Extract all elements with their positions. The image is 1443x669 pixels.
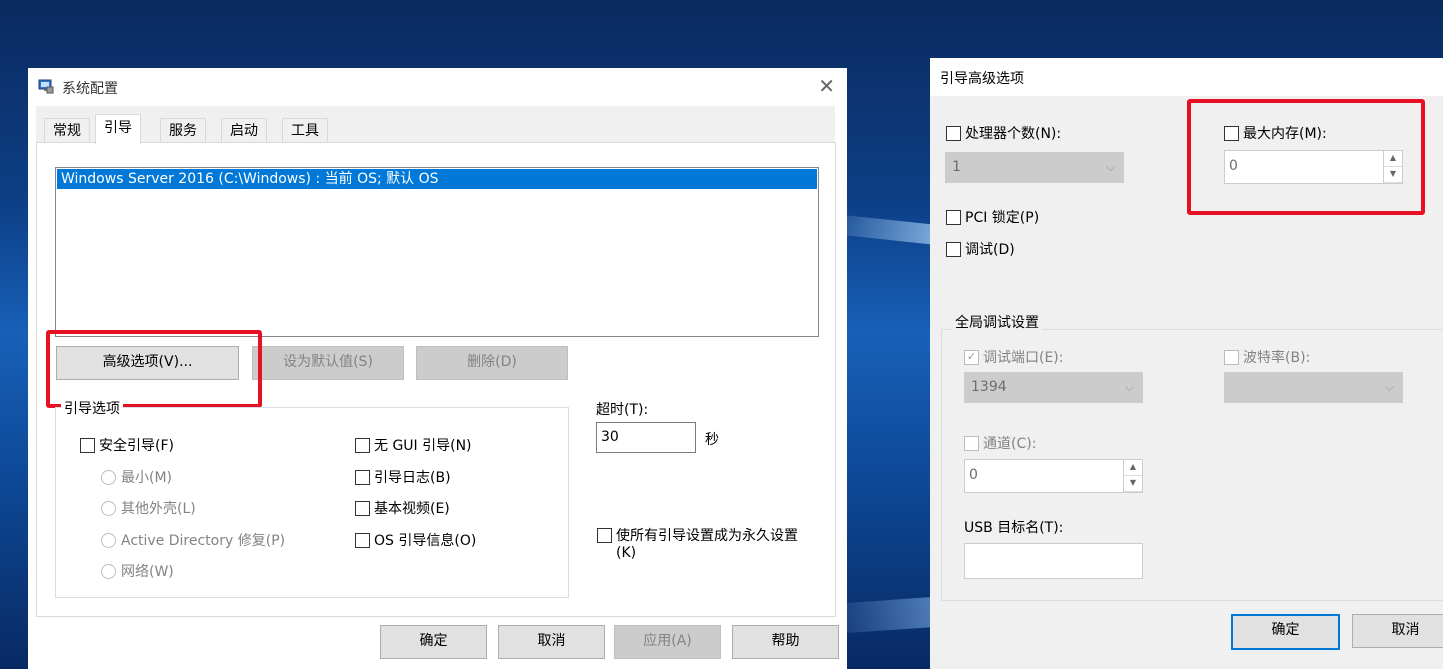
ad-repair-radio[interactable]: Active Directory 修复(P) — [101, 530, 285, 550]
minimal-radio[interactable]: 最小(M) — [101, 467, 172, 487]
apply-button[interactable]: 应用(A) — [614, 625, 721, 659]
network-radio[interactable]: 网络(W) — [101, 561, 174, 581]
alternate-shell-radio[interactable]: 其他外壳(L) — [101, 498, 196, 518]
tab-general[interactable]: 常规 — [44, 118, 90, 143]
system-config-dialog: 系统配置 ✕ 常规 引导 服务 启动 工具 Windows Server 201… — [28, 68, 847, 669]
dialog-title: 引导高级选项 — [940, 71, 1024, 87]
global-debug-label: 全局调试设置 — [952, 312, 1042, 332]
channel-checkbox[interactable]: 通道(C): — [964, 433, 1036, 453]
max-memory-checkbox[interactable]: 最大内存(M): — [1224, 123, 1327, 143]
timeout-unit: 秒 — [705, 432, 719, 448]
spin-up-icon[interactable]: ▲ — [1384, 151, 1402, 167]
checkbox-box[interactable] — [355, 532, 370, 548]
safe-boot-checkbox[interactable]: 安全引导(F) — [80, 435, 174, 455]
timeout-input[interactable]: 30 — [596, 422, 696, 453]
chevron-down-icon: ⌵ — [1105, 160, 1115, 174]
tab-tools[interactable]: 工具 — [282, 118, 328, 143]
chevron-down-icon: ⌵ — [1384, 380, 1394, 394]
checkbox-checked[interactable]: ✓ — [964, 349, 979, 365]
num-processors-checkbox[interactable]: 处理器个数(N): — [946, 123, 1061, 143]
spin-up-icon[interactable]: ▲ — [1124, 460, 1142, 476]
make-permanent-checkbox[interactable]: 使所有引导设置成为永久设置 — [597, 525, 798, 545]
radio-circle[interactable] — [101, 532, 116, 548]
checkbox-box[interactable] — [946, 125, 961, 141]
ok-button[interactable]: 确定 — [380, 625, 487, 659]
debug-port-checkbox[interactable]: ✓ 调试端口(E): — [964, 347, 1064, 367]
radio-circle[interactable] — [101, 563, 116, 579]
boot-log-checkbox[interactable]: 引导日志(B) — [355, 467, 451, 487]
title-bar: 系统配置 ✕ — [28, 68, 847, 106]
no-gui-boot-checkbox[interactable]: 无 GUI 引导(N) — [355, 435, 472, 455]
radio-circle[interactable] — [101, 469, 116, 485]
msconfig-icon — [38, 79, 54, 94]
timeout-label: 超时(T): — [596, 402, 649, 418]
title-bar: 引导高级选项 — [930, 58, 1443, 96]
help-button[interactable]: 帮助 — [732, 625, 839, 659]
set-default-button[interactable]: 设为默认值(S) — [252, 346, 404, 380]
baud-rate-select[interactable]: ⌵ — [1224, 372, 1403, 403]
channel-input[interactable]: 0 ▲ ▼ — [964, 459, 1143, 493]
spin-down-icon[interactable]: ▼ — [1124, 476, 1142, 492]
cancel-button[interactable]: 取消 — [498, 625, 605, 659]
pci-lock-checkbox[interactable]: PCI 锁定(P) — [946, 207, 1039, 227]
os-list-item-selected[interactable]: Windows Server 2016 (C:\Windows) : 当前 OS… — [57, 169, 817, 189]
tab-services[interactable]: 服务 — [160, 118, 206, 143]
debug-checkbox[interactable]: 调试(D) — [946, 239, 1015, 259]
base-video-checkbox[interactable]: 基本视频(E) — [355, 498, 450, 518]
checkbox-box[interactable] — [355, 500, 370, 516]
tab-startup[interactable]: 启动 — [221, 118, 267, 143]
usb-target-input[interactable] — [964, 543, 1143, 579]
radio-circle[interactable] — [101, 500, 116, 516]
checkbox-box[interactable] — [964, 435, 979, 451]
boot-options-label: 引导选项 — [61, 398, 123, 418]
checkbox-box[interactable] — [355, 437, 370, 453]
checkbox-box[interactable] — [1224, 349, 1239, 365]
boot-advanced-options-dialog: 引导高级选项 处理器个数(N): 1 ⌵ 最大内存(M): 0 ▲ ▼ PCI … — [930, 58, 1443, 669]
cancel-button[interactable]: 取消 — [1352, 614, 1443, 648]
make-permanent-label-cont: (K) — [616, 545, 637, 561]
ok-button[interactable]: 确定 — [1231, 614, 1340, 650]
spin-down-icon[interactable]: ▼ — [1384, 167, 1402, 183]
checkbox-box[interactable] — [80, 437, 95, 453]
checkbox-box[interactable] — [946, 209, 961, 225]
close-icon[interactable]: ✕ — [818, 74, 835, 98]
spinner[interactable]: ▲ ▼ — [1123, 460, 1142, 492]
baud-rate-checkbox[interactable]: 波特率(B): — [1224, 347, 1310, 367]
checkbox-box[interactable] — [946, 241, 961, 257]
num-processors-select[interactable]: 1 ⌵ — [945, 152, 1124, 183]
debug-port-select[interactable]: 1394 ⌵ — [964, 372, 1143, 403]
chevron-down-icon: ⌵ — [1124, 380, 1134, 394]
tab-boot[interactable]: 引导 — [95, 114, 141, 144]
dialog-title: 系统配置 — [62, 81, 118, 97]
os-boot-info-checkbox[interactable]: OS 引导信息(O) — [355, 530, 476, 550]
delete-button[interactable]: 删除(D) — [416, 346, 568, 380]
usb-target-label: USB 目标名(T): — [964, 520, 1064, 536]
checkbox-box[interactable] — [355, 469, 370, 485]
checkbox-box[interactable] — [1224, 125, 1239, 141]
max-memory-input[interactable]: 0 ▲ ▼ — [1224, 150, 1403, 184]
advanced-options-button[interactable]: 高级选项(V)... — [56, 346, 239, 380]
spinner[interactable]: ▲ ▼ — [1383, 151, 1402, 183]
checkbox-box[interactable] — [597, 527, 612, 543]
os-list[interactable]: Windows Server 2016 (C:\Windows) : 当前 OS… — [55, 167, 819, 337]
